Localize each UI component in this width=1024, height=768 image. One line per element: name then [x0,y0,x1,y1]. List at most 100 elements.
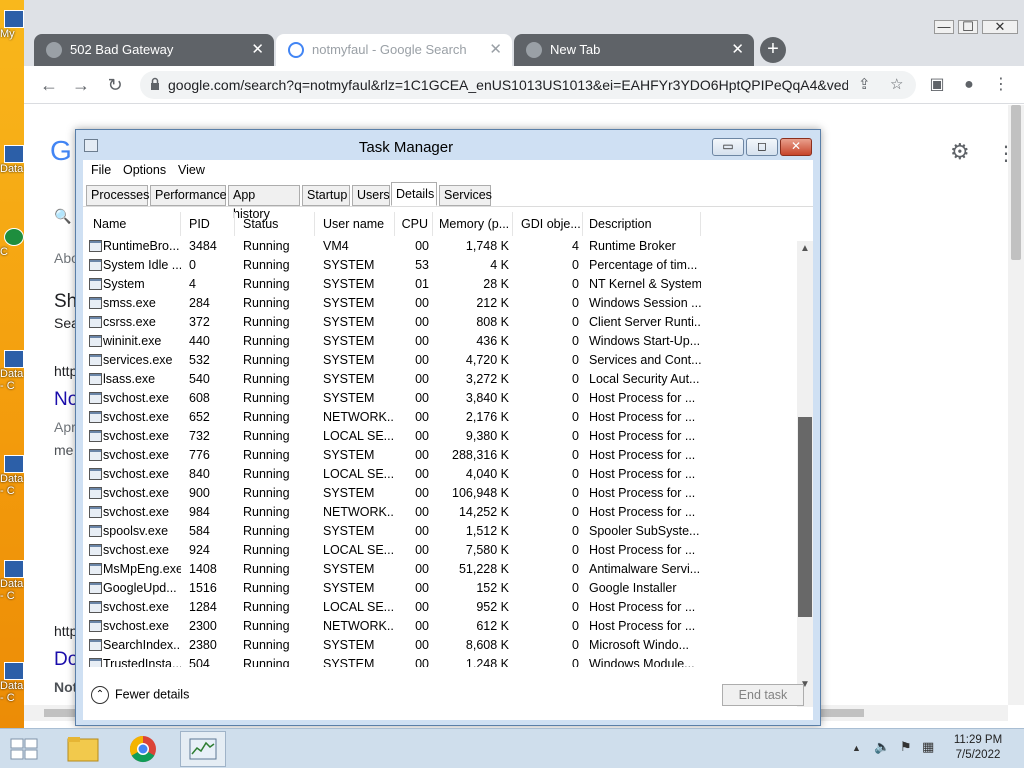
tab-users[interactable]: Users [352,185,390,206]
process-icon [89,658,102,667]
column-header-name[interactable]: Name [85,212,181,236]
settings-gear-icon[interactable]: ⚙ [950,139,970,165]
minimize-button[interactable]: ▭ [712,138,744,156]
table-row[interactable]: svchost.exe 984 Running NETWORK... 00 14,252 … [85,503,797,522]
show-hidden-icons-chevron-icon[interactable]: ▲ [852,743,861,753]
fewer-details-button[interactable]: ⌃ Fewer details [91,686,189,704]
table-row[interactable]: svchost.exe 900 Running SYSTEM 00 106,948 K 0H… [85,484,797,503]
address-bar[interactable]: google.com/search?q=notmyfaul&rlz=1C1GCE… [140,71,916,99]
desktop-icon-data-1[interactable]: Data [0,145,26,175]
browser-menu-icon[interactable]: ⋮ [990,74,1012,96]
column-header-status[interactable]: Status [235,212,315,236]
minimize-button[interactable]: — [934,20,954,34]
desktop-icon-data-5[interactable]: Data - C [0,662,26,704]
tab-startup[interactable]: Startup [302,185,350,206]
column-header-memory[interactable]: Memory (p... [433,212,513,236]
apps-menu-icon[interactable]: ⋮ [996,141,1008,166]
tab-details[interactable]: Details [391,182,437,206]
volume-muted-icon[interactable]: 🔈 [874,739,890,755]
column-header-user-name[interactable]: User name [315,212,395,236]
column-header-description[interactable]: Description [583,212,701,236]
tab-performance[interactable]: Performance [150,185,227,206]
scroll-thumb[interactable] [1011,105,1021,260]
taskbar-file-explorer[interactable] [60,731,106,767]
cell-pid: 608 [189,391,210,405]
menu-view[interactable]: View [178,163,205,177]
close-button[interactable]: ✕ [780,138,812,156]
cell-description: Host Process for ... [589,600,696,614]
maximize-button[interactable]: ☐ [958,20,978,34]
network-icon[interactable]: ▦ [922,739,934,755]
table-row[interactable]: GoogleUpd... 1516 Running SYSTEM 00 152 K 0 Goo… [85,579,797,598]
scroll-up-arrow-icon[interactable]: ▲ [797,241,813,257]
new-tab-button[interactable]: + [760,37,786,63]
bookmark-star-icon[interactable]: ☆ [890,75,903,93]
search-icon[interactable]: 🔍 [54,208,71,225]
tab-google-search[interactable]: notmyfaul - Google Search ✕ [276,34,512,66]
tab-new-tab[interactable]: New Tab ✕ [514,34,754,66]
close-icon[interactable]: ✕ [731,34,744,66]
table-row[interactable]: MsMpEng.exe 1408 Running SYSTEM 00 51,228 K 0A… [85,560,797,579]
menu-file[interactable]: File [91,163,111,177]
window-title: Task Manager [358,139,454,156]
table-row[interactable]: lsass.exe 540 Running SYSTEM 00 3,272 K 0 Local… [85,370,797,389]
result-url[interactable]: http [54,623,77,639]
table-row[interactable]: svchost.exe 776 Running SYSTEM 00 288,316 K 0H… [85,446,797,465]
table-row[interactable]: wininit.exe 440 Running SYSTEM 00 436 K 0 Windo… [85,332,797,351]
end-task-button[interactable]: End task [722,684,804,706]
table-row[interactable]: svchost.exe 608 Running SYSTEM 00 3,840 K 0 Hos… [85,389,797,408]
table-row[interactable]: smss.exe 284 Running SYSTEM 00 212 K 0 Windows … [85,294,797,313]
menu-options[interactable]: Options [123,163,166,177]
back-button[interactable]: ← [38,74,60,96]
cell-gdi-objects: 0 [572,391,579,405]
result-url[interactable]: http [54,363,77,379]
table-row[interactable]: spoolsv.exe 584 Running SYSTEM 00 1,512 K 0 Spo… [85,522,797,541]
details-grid: Name PID Status User name CPU Memory (p.… [83,206,813,707]
desktop-icon-data-3[interactable]: Data - C [0,455,26,497]
table-row[interactable]: svchost.exe 840 Running LOCAL SE... 00 4,040 … [85,465,797,484]
table-row[interactable]: svchost.exe 732 Running LOCAL SE... 00 9,380 … [85,427,797,446]
cell-gdi-objects: 0 [572,334,579,348]
table-row[interactable]: System 4 Running SYSTEM 01 28 K 0 NT Kernel & S… [85,275,797,294]
desktop-icon-data-2[interactable]: Data - C [0,350,26,392]
side-panel-icon[interactable]: ▣ [926,74,948,96]
taskbar-chrome[interactable] [120,731,166,767]
tab-502-bad-gateway[interactable]: 502 Bad Gateway ✕ [34,34,274,66]
desktop-icon-chrome[interactable]: C [0,228,26,258]
google-logo[interactable]: G [50,135,72,167]
desktop-icon-my-computer[interactable]: My [0,10,26,40]
close-icon[interactable]: ✕ [489,34,502,66]
column-header-pid[interactable]: PID [181,212,235,236]
table-row[interactable]: svchost.exe 2300 Running NETWORK... 00 612 K 0… [85,617,797,636]
table-row[interactable]: svchost.exe 652 Running NETWORK... 00 2,176 K… [85,408,797,427]
table-row[interactable]: csrss.exe 372 Running SYSTEM 00 808 K 0 Client … [85,313,797,332]
page-vertical-scrollbar[interactable] [1008,105,1024,705]
details-vertical-scrollbar[interactable]: ▲ ▼ [797,241,813,707]
forward-button[interactable]: → [70,74,92,96]
close-window-button[interactable]: ✕ [982,20,1018,34]
windows-start-icon[interactable] [10,737,38,761]
column-header-gdi-objects[interactable]: GDI obje... [513,212,583,236]
scroll-thumb[interactable] [798,417,812,617]
column-header-cpu[interactable]: CPU [395,212,433,236]
task-manager-titlebar[interactable]: Task Manager ▭ ◻ ✕ [76,130,820,162]
share-icon[interactable]: ⇪ [858,75,871,93]
table-row[interactable]: System Idle ... 0 Running SYSTEM 53 4 K 0 Perce… [85,256,797,275]
system-clock[interactable]: 11:29 PM 7/5/2022 [942,733,1014,763]
maximize-button[interactable]: ◻ [746,138,778,156]
table-row[interactable]: services.exe 532 Running SYSTEM 00 4,720 K 0 Se… [85,351,797,370]
table-row[interactable]: RuntimeBro... 3484 Running VM4 00 1,748 K 4 Run… [85,237,797,256]
tab-app-history[interactable]: App history [228,185,300,221]
action-center-flag-icon[interactable]: ⚑ [900,739,912,755]
taskbar-task-manager[interactable] [180,731,226,767]
tab-processes[interactable]: Processes [86,185,149,206]
table-row[interactable]: svchost.exe 924 Running LOCAL SE... 00 7,580 … [85,541,797,560]
table-row[interactable]: SearchIndex... 2380 Running SYSTEM 00 8,608 K… [85,636,797,655]
table-row[interactable]: TrustedInsta... 504 Running SYSTEM 00 1,248 K… [85,655,797,667]
desktop-icon-data-4[interactable]: Data - C [0,560,26,602]
profile-icon[interactable]: ● [958,74,980,96]
close-icon[interactable]: ✕ [251,34,264,66]
reload-button[interactable]: ↻ [104,74,126,96]
table-row[interactable]: svchost.exe 1284 Running LOCAL SE... 00 952 K… [85,598,797,617]
tab-services[interactable]: Services [439,185,492,206]
